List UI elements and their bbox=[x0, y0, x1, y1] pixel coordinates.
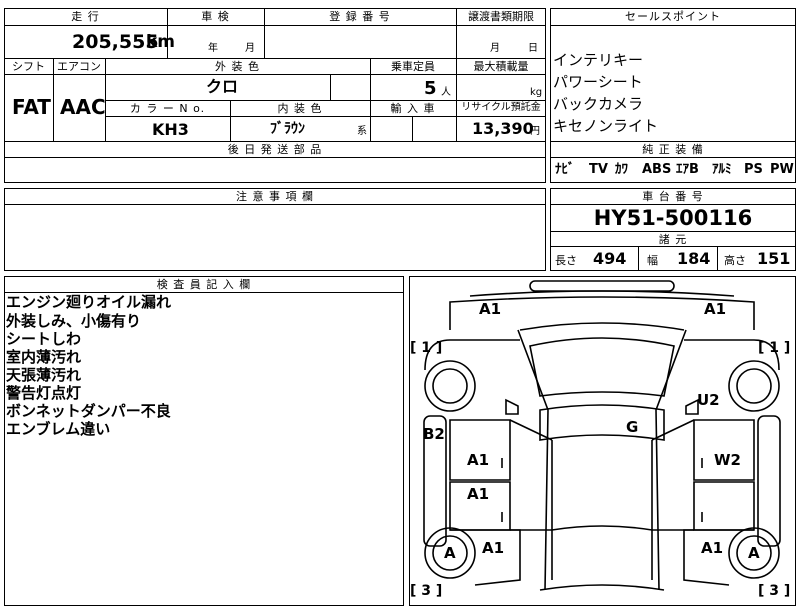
car-outline-diagram bbox=[423, 280, 781, 591]
damage-mark: [ 1 ] bbox=[758, 340, 791, 356]
damage-mark: G bbox=[626, 418, 639, 436]
damage-mark: [ 3 ] bbox=[410, 583, 443, 599]
damage-mark: A1 bbox=[467, 451, 490, 469]
damage-mark: [ 1 ] bbox=[410, 340, 443, 356]
damage-mark: A1 bbox=[482, 539, 505, 557]
damage-mark: U2 bbox=[697, 391, 720, 409]
damage-mark: A1 bbox=[479, 300, 502, 318]
damage-mark: [ 3 ] bbox=[758, 583, 791, 599]
damage-mark: A1 bbox=[704, 300, 727, 318]
damage-mark: A1 bbox=[701, 539, 724, 557]
damage-mark: A1 bbox=[467, 485, 490, 503]
damage-mark: A bbox=[748, 544, 760, 562]
damage-mark: A bbox=[444, 544, 456, 562]
damage-mark: B2 bbox=[423, 425, 445, 443]
damage-mark: W2 bbox=[714, 451, 741, 469]
